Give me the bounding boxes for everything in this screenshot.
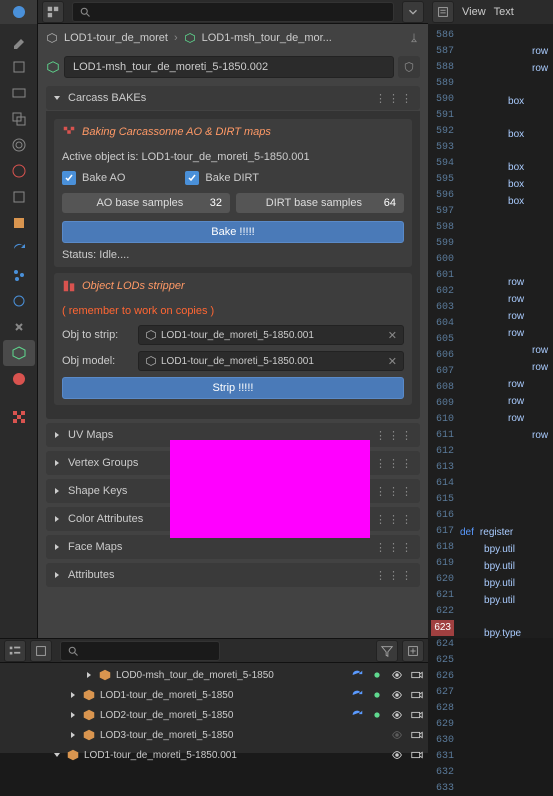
disclosure-triangle-icon[interactable]: [52, 750, 62, 760]
outliner-row[interactable]: LOD1-tour_de_moreti_5-1850: [0, 685, 428, 705]
ao-samples-slider[interactable]: AO base samples 32: [62, 193, 230, 213]
wrench-icon[interactable]: [350, 688, 364, 702]
cube-icon: [46, 32, 58, 44]
display-mode-dropdown[interactable]: [30, 640, 52, 662]
tab-object[interactable]: [3, 210, 35, 236]
pin-icon[interactable]: [408, 32, 420, 44]
tab-output[interactable]: [3, 80, 35, 106]
visibility-toggle-icon[interactable]: [390, 728, 404, 742]
tab-particle[interactable]: [3, 262, 35, 288]
panel-header-face-maps[interactable]: Face Maps⋮⋮⋮: [46, 535, 420, 559]
render-toggle-icon[interactable]: [410, 668, 424, 682]
mesh-object-icon: [98, 668, 112, 682]
bake-button[interactable]: Bake !!!!!: [62, 221, 404, 243]
outliner-row[interactable]: LOD1-tour_de_moreti_5-1850.001: [0, 745, 428, 765]
dot-icon[interactable]: [370, 708, 384, 722]
tab-texture[interactable]: [3, 404, 35, 430]
baking-title: Baking Carcassonne AO & DIRT maps: [82, 126, 271, 138]
tab-viewlayer[interactable]: [3, 106, 35, 132]
outliner-type-dropdown[interactable]: [4, 640, 26, 662]
overlay-marker: [170, 440, 370, 538]
tab-constraint[interactable]: [3, 314, 35, 340]
disclosure-triangle-icon[interactable]: [68, 710, 78, 720]
dot-icon[interactable]: [370, 688, 384, 702]
tab-modifier[interactable]: [3, 236, 35, 262]
mesh-object-icon: [82, 728, 96, 742]
breadcrumb-item[interactable]: LOD1-tour_de_moret: [64, 32, 168, 44]
lods-icon: [62, 279, 76, 293]
tab-material[interactable]: [3, 366, 35, 392]
render-toggle-icon[interactable]: [410, 708, 424, 722]
tab-collection[interactable]: [3, 184, 35, 210]
lods-title: Object LODs stripper: [82, 280, 185, 292]
clear-icon[interactable]: ✕: [388, 329, 397, 342]
bake-status: Status: Idle....: [62, 249, 404, 261]
disclosure-triangle-icon[interactable]: [68, 690, 78, 700]
outliner-search[interactable]: [60, 641, 220, 661]
code-editor[interactable]: row row box box box box box row row row …: [460, 24, 553, 638]
panel-menu-icon[interactable]: ⋮⋮⋮: [375, 92, 414, 105]
obj-model-label: Obj model:: [62, 355, 130, 367]
mesh-object-icon: [82, 708, 96, 722]
bake-ao-checkbox[interactable]: Bake AO: [62, 171, 125, 185]
tab-scene[interactable]: [3, 132, 35, 158]
app-icon[interactable]: [0, 0, 38, 24]
mesh-object-icon: [66, 748, 80, 762]
breadcrumb-item[interactable]: LOD1-msh_tour_de_mor...: [202, 32, 332, 44]
strip-button[interactable]: Strip !!!!!: [62, 377, 404, 399]
obj-strip-select[interactable]: LOD1-tour_de_moreti_5-1850.001 ✕: [138, 325, 404, 345]
obj-model-select[interactable]: LOD1-tour_de_moreti_5-1850.001 ✕: [138, 351, 404, 371]
mesh-object-icon: [82, 688, 96, 702]
clear-icon[interactable]: ✕: [388, 355, 397, 368]
mesh-icon: [184, 32, 196, 44]
disclosure-triangle-icon[interactable]: [84, 670, 94, 680]
text-editor-type-dropdown[interactable]: [432, 1, 454, 23]
new-collection-icon[interactable]: [402, 640, 424, 662]
tab-world[interactable]: [3, 158, 35, 184]
properties-tabs: [0, 24, 38, 638]
options-dropdown[interactable]: [402, 1, 424, 23]
disclosure-triangle-icon[interactable]: [68, 730, 78, 740]
tab-mesh-data[interactable]: [3, 340, 35, 366]
outliner-row[interactable]: LOD3-tour_de_moreti_5-1850: [0, 725, 428, 745]
visibility-toggle-icon[interactable]: [390, 748, 404, 762]
visibility-toggle-icon[interactable]: [390, 668, 404, 682]
panel-header-attributes[interactable]: Attributes⋮⋮⋮: [46, 563, 420, 587]
render-toggle-icon[interactable]: [410, 728, 424, 742]
wrench-icon[interactable]: [350, 668, 364, 682]
checker-icon: [62, 125, 76, 139]
outliner-row[interactable]: LOD2-tour_de_moreti_5-1850: [0, 705, 428, 725]
bake-dirt-checkbox[interactable]: Bake DIRT: [185, 171, 259, 185]
render-toggle-icon[interactable]: [410, 748, 424, 762]
properties-search[interactable]: [72, 2, 394, 22]
fake-user-toggle[interactable]: [398, 56, 420, 78]
lods-warning: ( remember to work on copies ): [62, 305, 404, 317]
tab-physics[interactable]: [3, 288, 35, 314]
obj-strip-label: Obj to strip:: [62, 329, 130, 341]
line-numbers: 586 587 588 589 590 591 592 593 594 595 …: [428, 24, 460, 638]
menu-text[interactable]: Text: [494, 6, 514, 18]
menu-view[interactable]: View: [462, 6, 486, 18]
active-object-label: Active object is: LOD1-tour_de_moreti_5-…: [62, 151, 404, 163]
dot-icon[interactable]: [370, 668, 384, 682]
outliner-row[interactable]: LOD0-msh_tour_de_moreti_5-1850: [0, 665, 428, 685]
wrench-icon[interactable]: [350, 708, 364, 722]
filter-funnel-icon[interactable]: [376, 640, 398, 662]
editor-type-dropdown[interactable]: [42, 1, 64, 23]
mesh-name-input[interactable]: [64, 56, 394, 78]
visibility-toggle-icon[interactable]: [390, 708, 404, 722]
tab-tool[interactable]: [3, 28, 35, 54]
breadcrumb-arrow: ›: [174, 32, 178, 44]
dirt-samples-slider[interactable]: DIRT base samples 64: [236, 193, 404, 213]
render-toggle-icon[interactable]: [410, 688, 424, 702]
tab-render[interactable]: [3, 54, 35, 80]
mesh-data-icon: [46, 60, 60, 74]
visibility-toggle-icon[interactable]: [390, 688, 404, 702]
panel-header-carcass[interactable]: Carcass BAKEs ⋮⋮⋮: [46, 86, 420, 110]
